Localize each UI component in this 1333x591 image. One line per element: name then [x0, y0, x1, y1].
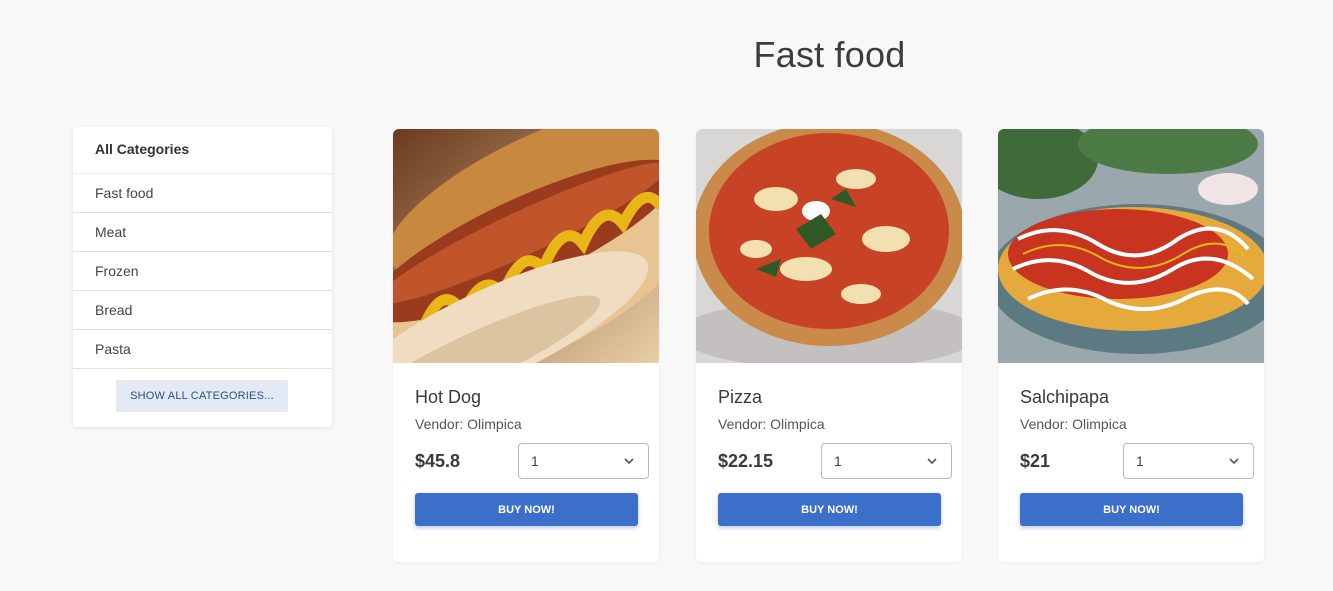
product-card-pizza: Pizza Vendor: Olimpica $22.15 1 BUY NOW! [696, 129, 962, 562]
product-name: Hot Dog [415, 387, 482, 407]
product-card-salchipapa: Salchipapa Vendor: Olimpica $21 1 BUY NO… [998, 129, 1264, 562]
quantity-select[interactable]: 1 [1123, 443, 1254, 479]
sidebar-item-frozen[interactable]: Frozen [73, 252, 332, 291]
pizza-image [696, 129, 962, 363]
product-vendor: Vendor: Olimpica [1020, 416, 1127, 432]
quantity-value: 1 [834, 453, 842, 469]
salchipapa-image [998, 129, 1264, 363]
sidebar-header: All Categories [73, 127, 332, 174]
quantity-select[interactable]: 1 [821, 443, 952, 479]
product-card-hot-dog: Hot Dog Vendor: Olimpica $45.8 1 BUY NOW… [393, 129, 659, 562]
chevron-down-icon [624, 458, 634, 465]
product-price: $22.15 [718, 451, 774, 471]
product-price: $45.8 [415, 451, 461, 471]
buy-now-button[interactable]: BUY NOW! [718, 493, 941, 526]
page-title: Fast food [753, 34, 906, 75]
quantity-value: 1 [531, 453, 539, 469]
show-all-categories-button[interactable]: SHOW ALL CATEGORIES... [116, 380, 288, 412]
product-vendor: Vendor: Olimpica [718, 416, 825, 432]
sidebar-item-fast-food[interactable]: Fast food [73, 174, 332, 213]
product-name: Pizza [718, 387, 763, 407]
category-sidebar: All Categories Fast food Meat Frozen Bre… [73, 127, 332, 427]
sidebar-item-bread[interactable]: Bread [73, 291, 332, 330]
quantity-select[interactable]: 1 [518, 443, 649, 479]
hot-dog-image [393, 129, 659, 363]
product-vendor: Vendor: Olimpica [415, 416, 522, 432]
category-list: Fast food Meat Frozen Bread Pasta [73, 174, 332, 369]
product-price: $21 [1020, 451, 1051, 471]
sidebar-item-meat[interactable]: Meat [73, 213, 332, 252]
product-name: Salchipapa [1020, 387, 1110, 407]
sidebar-item-pasta[interactable]: Pasta [73, 330, 332, 369]
quantity-value: 1 [1136, 453, 1144, 469]
buy-now-button[interactable]: BUY NOW! [415, 493, 638, 526]
chevron-down-icon [1229, 458, 1239, 465]
buy-now-button[interactable]: BUY NOW! [1020, 493, 1243, 526]
chevron-down-icon [927, 458, 937, 465]
